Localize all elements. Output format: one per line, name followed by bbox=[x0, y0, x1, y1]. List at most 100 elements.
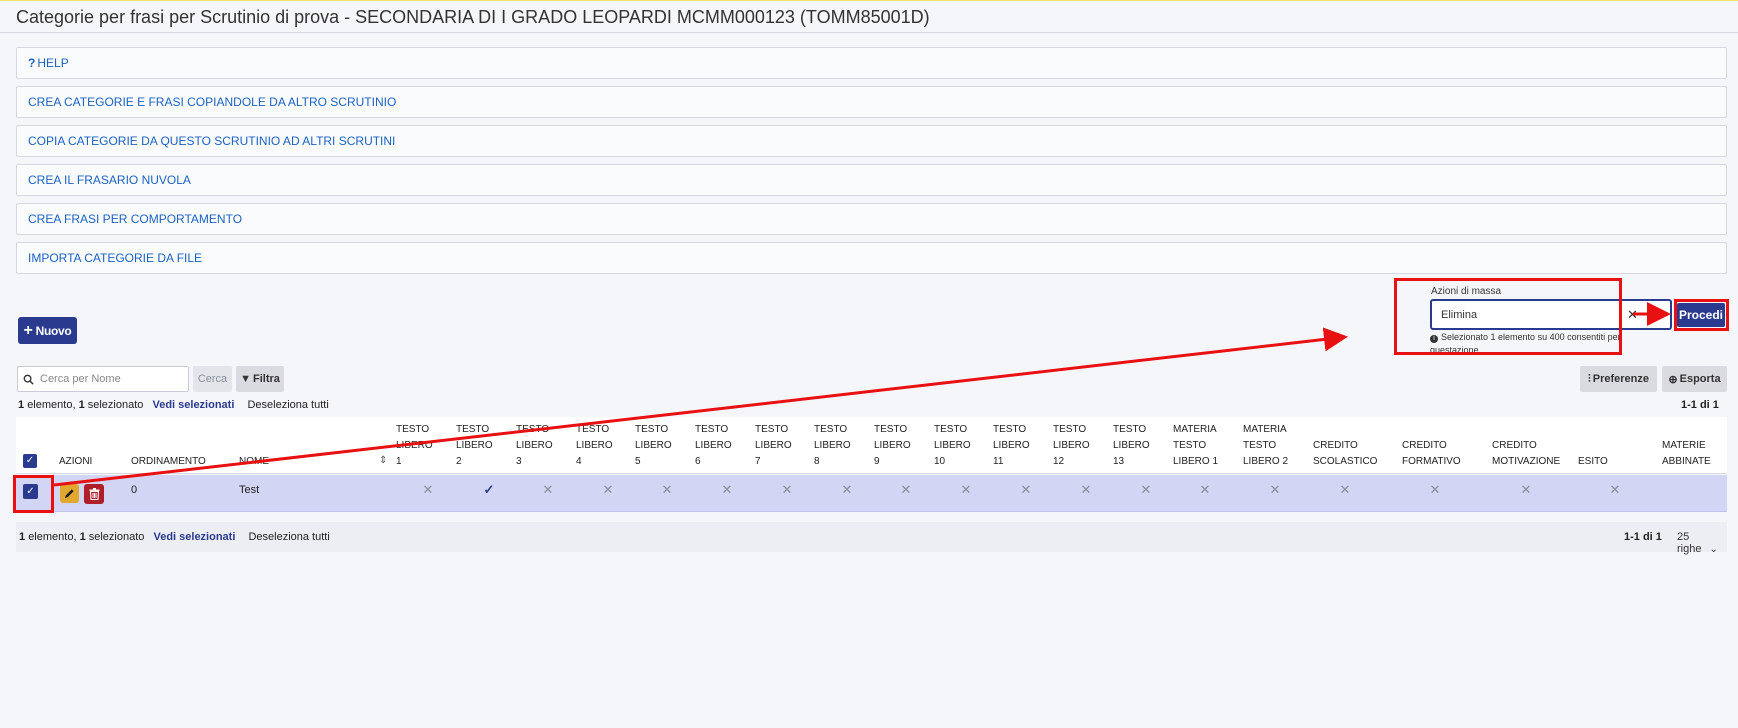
accordion-label: CREA CATEGORIE E FRASI COPIANDOLE DA ALT… bbox=[28, 95, 397, 109]
cross-icon: ✕ bbox=[1080, 482, 1092, 497]
column-header-nome[interactable]: NOME bbox=[239, 454, 269, 470]
selection-info-top: 1 elemento, 1 selezionato Vedi seleziona… bbox=[18, 399, 329, 411]
column-header-mtl1[interactable]: MATERIA TESTO LIBERO 1 bbox=[1173, 422, 1218, 470]
cross-icon: ✕ bbox=[1339, 482, 1351, 497]
cross-icon: ✕ bbox=[1609, 482, 1621, 497]
chevron-down-icon: ⌄ bbox=[1709, 544, 1718, 555]
title-divider bbox=[0, 32, 1738, 33]
accordion-help-label: HELP bbox=[37, 56, 69, 70]
table-footer: 1 elemento, 1 selezionato Vedi seleziona… bbox=[16, 522, 1727, 555]
new-button-label: Nuovo bbox=[35, 323, 72, 338]
selection-selected-text: selezionato bbox=[87, 399, 144, 411]
check-icon: ✓ bbox=[483, 482, 495, 497]
cross-icon: ✕ bbox=[841, 482, 853, 497]
accordion-label: CREA FRASI PER COMPORTAMENTO bbox=[28, 212, 243, 226]
cross-icon: ✕ bbox=[721, 482, 733, 497]
annotation-highlight-row-checkbox bbox=[13, 475, 54, 513]
download-icon: ⊕ bbox=[1668, 373, 1678, 386]
annotation-highlight-procedi bbox=[1674, 299, 1729, 331]
selection-elements-text: elemento, bbox=[27, 399, 76, 411]
selection-selected-text: selezionato bbox=[88, 531, 145, 543]
cross-icon: ✕ bbox=[542, 482, 554, 497]
cross-icon: ✕ bbox=[781, 482, 793, 497]
trash-icon bbox=[89, 488, 99, 500]
column-header-tl1[interactable]: TESTO LIBERO 1 bbox=[396, 422, 433, 470]
cross-icon: ✕ bbox=[1140, 482, 1152, 497]
chevron-down-icon[interactable]: ▾ bbox=[1655, 306, 1661, 319]
pagination-range-top: 1-1 di 1 bbox=[1681, 399, 1719, 411]
rows-per-page-select[interactable]: 25 righe ⌄ bbox=[1677, 531, 1727, 555]
cross-icon: ✕ bbox=[900, 482, 912, 497]
plus-icon: + bbox=[23, 321, 33, 339]
show-selected-link[interactable]: Vedi selezionati bbox=[152, 399, 234, 411]
page-title: Categorie per frasi per Scrutinio di pro… bbox=[16, 7, 930, 27]
column-header-tl6[interactable]: TESTO LIBERO 6 bbox=[695, 422, 732, 470]
accordion-frasario-nuvola[interactable]: CREA IL FRASARIO NUVOLA bbox=[16, 164, 1727, 196]
cross-icon: ✕ bbox=[661, 482, 673, 497]
column-header-credito_motivazione[interactable]: CREDITO MOTIVAZIONE bbox=[1492, 438, 1560, 470]
search-input[interactable] bbox=[40, 373, 180, 385]
pagination-range-bottom: 1-1 di 1 bbox=[1624, 531, 1662, 543]
export-button-label: Esporta bbox=[1679, 373, 1721, 385]
export-button[interactable]: ⊕ Esporta bbox=[1662, 366, 1727, 392]
accordion-frasi-comportamento[interactable]: CREA FRASI PER COMPORTAMENTO bbox=[16, 203, 1727, 235]
sliders-icon: ⫶ bbox=[1587, 372, 1591, 385]
column-header-tl8[interactable]: TESTO LIBERO 8 bbox=[814, 422, 851, 470]
search-icon bbox=[23, 374, 34, 385]
cross-icon: ✕ bbox=[1020, 482, 1032, 497]
cross-icon: ✕ bbox=[1429, 482, 1441, 497]
column-header-ordinamento[interactable]: ORDINAMENTO bbox=[131, 454, 206, 470]
cross-icon: ✕ bbox=[1269, 482, 1281, 497]
deselect-all-link[interactable]: Deseleziona tutti bbox=[247, 399, 328, 411]
pencil-icon bbox=[64, 489, 74, 499]
accordion-copy-from-other[interactable]: CREA CATEGORIE E FRASI COPIANDOLE DA ALT… bbox=[16, 86, 1727, 118]
column-header-tl13[interactable]: TESTO LIBERO 13 bbox=[1113, 422, 1150, 470]
table-row[interactable]: ✓ 0 Test ✕ ✓ ✕ ✕ ✕ ✕ ✕ ✕ ✕ ✕ ✕ ✕ ✕ ✕ ✕ ✕ ✕ ✕ ✕ bbox=[16, 475, 1727, 512]
cross-icon: ✕ bbox=[422, 482, 434, 497]
column-header-credito_scolastico[interactable]: CREDITO SCOLASTICO bbox=[1313, 438, 1377, 470]
column-header-tl12[interactable]: TESTO LIBERO 12 bbox=[1053, 422, 1090, 470]
column-header-tl2[interactable]: TESTO LIBERO 2 bbox=[456, 422, 493, 470]
column-header-tl4[interactable]: TESTO LIBERO 4 bbox=[576, 422, 613, 470]
sort-icon[interactable]: ⇕ bbox=[379, 455, 387, 466]
column-header-tl5[interactable]: TESTO LIBERO 5 bbox=[635, 422, 672, 470]
filter-button[interactable]: ▼ Filtra bbox=[236, 366, 284, 392]
edit-button[interactable] bbox=[60, 484, 79, 503]
cross-icon: ✕ bbox=[960, 482, 972, 497]
selection-count: 1 bbox=[18, 399, 25, 411]
cell-nome: Test bbox=[239, 484, 260, 496]
filter-button-label: Filtra bbox=[252, 373, 280, 385]
clear-icon[interactable]: ✕ bbox=[1627, 307, 1638, 323]
preferences-button-label: Preferenze bbox=[1592, 373, 1649, 385]
column-header-tl3[interactable]: TESTO LIBERO 3 bbox=[516, 422, 553, 470]
column-header-tl9[interactable]: TESTO LIBERO 9 bbox=[874, 422, 911, 470]
column-header-tl7[interactable]: TESTO LIBERO 7 bbox=[755, 422, 792, 470]
selection-count: 1 bbox=[19, 531, 26, 543]
filter-icon: ▼ bbox=[240, 373, 251, 385]
column-header-esito[interactable]: ESITO bbox=[1578, 454, 1608, 470]
delete-button[interactable] bbox=[84, 484, 104, 504]
cross-icon: ✕ bbox=[1199, 482, 1211, 497]
cross-icon: ✕ bbox=[1520, 482, 1532, 497]
selection-info-bottom: 1 elemento, 1 selezionato Vedi seleziona… bbox=[19, 531, 330, 543]
selection-elements-text: elemento, bbox=[28, 531, 77, 543]
column-header-materie_abbinate[interactable]: MATERIE ABBINATE bbox=[1662, 438, 1711, 470]
deselect-all-link[interactable]: Deseleziona tutti bbox=[248, 531, 329, 543]
column-header-tl10[interactable]: TESTO LIBERO 10 bbox=[934, 422, 971, 470]
preferences-button[interactable]: ⫶ Preferenze bbox=[1580, 366, 1657, 392]
selected-count: 1 bbox=[78, 399, 85, 411]
column-header-credito_formativo[interactable]: CREDITO FORMATIVO bbox=[1402, 438, 1461, 470]
column-header-mtl2[interactable]: MATERIA TESTO LIBERO 2 bbox=[1243, 422, 1288, 470]
select-all-checkbox[interactable]: ✓ bbox=[23, 454, 37, 468]
new-button[interactable]: + Nuovo bbox=[18, 317, 77, 344]
column-header-tl11[interactable]: TESTO LIBERO 11 bbox=[993, 422, 1030, 470]
search-box[interactable] bbox=[17, 366, 189, 392]
cross-icon: ✕ bbox=[602, 482, 614, 497]
show-selected-link[interactable]: Vedi selezionati bbox=[153, 531, 235, 543]
search-button[interactable]: Cerca bbox=[193, 366, 232, 392]
accordion-importa-file[interactable]: IMPORTA CATEGORIE DA FILE bbox=[16, 242, 1727, 274]
accordion-label: IMPORTA CATEGORIE DA FILE bbox=[28, 251, 203, 265]
accordion-help[interactable]: ? HELP bbox=[16, 47, 1727, 79]
accordion-label: COPIA CATEGORIE DA QUESTO SCRUTINIO AD A… bbox=[28, 134, 396, 148]
accordion-copy-to-others[interactable]: COPIA CATEGORIE DA QUESTO SCRUTINIO AD A… bbox=[16, 125, 1727, 157]
